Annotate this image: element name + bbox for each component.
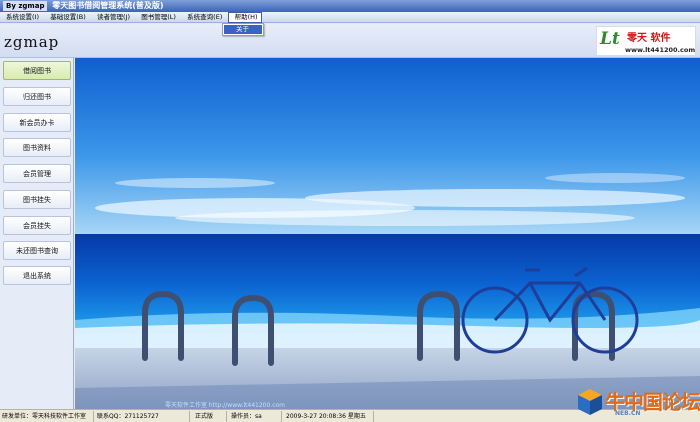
book-info-button[interactable]: 图书资料 [3, 138, 71, 157]
app-name: zgmap [4, 33, 60, 51]
menu-system-query[interactable]: 系统查询(E) [181, 12, 225, 23]
watermark-text: 零天软件工作室 http://www.lt441200.com [165, 402, 286, 409]
help-dropdown: 关于 [222, 23, 264, 36]
status-developer: 研发单位：零天科技软件工作室 [0, 411, 94, 422]
window-title: 零天图书借阅管理系统(普及版) [52, 1, 164, 10]
forum-domain: NEB.CN [615, 410, 641, 417]
menu-system-settings[interactable]: 系统设置(I) [0, 12, 42, 23]
cube-icon [578, 389, 602, 415]
menu-book-management[interactable]: 图书管理(L) [135, 12, 179, 23]
unreturned-books-query-button[interactable]: 未还图书查询 [3, 241, 71, 260]
member-loss-report-button[interactable]: 会员挂失 [3, 216, 71, 235]
background-image: 零天软件工作室 http://www.lt441200.com [75, 58, 700, 409]
sidebar: 借阅图书 归还图书 新会员办卡 图书资料 会员管理 图书挂失 会员挂失 未还图书… [0, 58, 74, 409]
menu-help[interactable]: 帮助(H) [227, 12, 262, 23]
logo-url: www.lt441200.com [625, 46, 696, 54]
app-header: zgmap Lt 零天 软件 www.lt441200.com [0, 24, 700, 58]
title-bar[interactable]: By zgmap 零天图书借阅管理系统(普及版) [0, 0, 700, 12]
menu-bar: 系统设置(I) 基础设置(B) 读者管理(J) 图书管理(L) 系统查询(E) … [0, 12, 700, 23]
status-datetime: 2009-3-27 20:08:36 星期五 [284, 411, 374, 422]
menu-about[interactable]: 关于 [224, 25, 262, 34]
menu-reader-management[interactable]: 读者管理(J) [91, 12, 133, 23]
title-tag: By zgmap [3, 1, 48, 11]
member-management-button[interactable]: 会员管理 [3, 164, 71, 183]
company-logo: Lt 零天 软件 www.lt441200.com [596, 26, 696, 56]
logo-mark: Lt [600, 29, 620, 49]
exit-system-button[interactable]: 退出系统 [3, 266, 71, 285]
status-edition: 正式版 [193, 411, 227, 422]
borrow-book-button[interactable]: 借阅图书 [3, 61, 71, 80]
forum-watermark-logo: 牛中国论坛 NEB.CN [577, 384, 700, 420]
status-operator: 操作员：sa [229, 411, 282, 422]
logo-name: 零天 软件 [627, 33, 671, 44]
beach-bicycle-scene [75, 58, 700, 409]
menu-basic-settings[interactable]: 基础设置(B) [44, 12, 89, 23]
new-member-card-button[interactable]: 新会员办卡 [3, 113, 71, 132]
book-loss-report-button[interactable]: 图书挂失 [3, 190, 71, 209]
return-book-button[interactable]: 归还图书 [3, 87, 71, 106]
status-contact: 联系QQ：271125727 [95, 411, 190, 422]
